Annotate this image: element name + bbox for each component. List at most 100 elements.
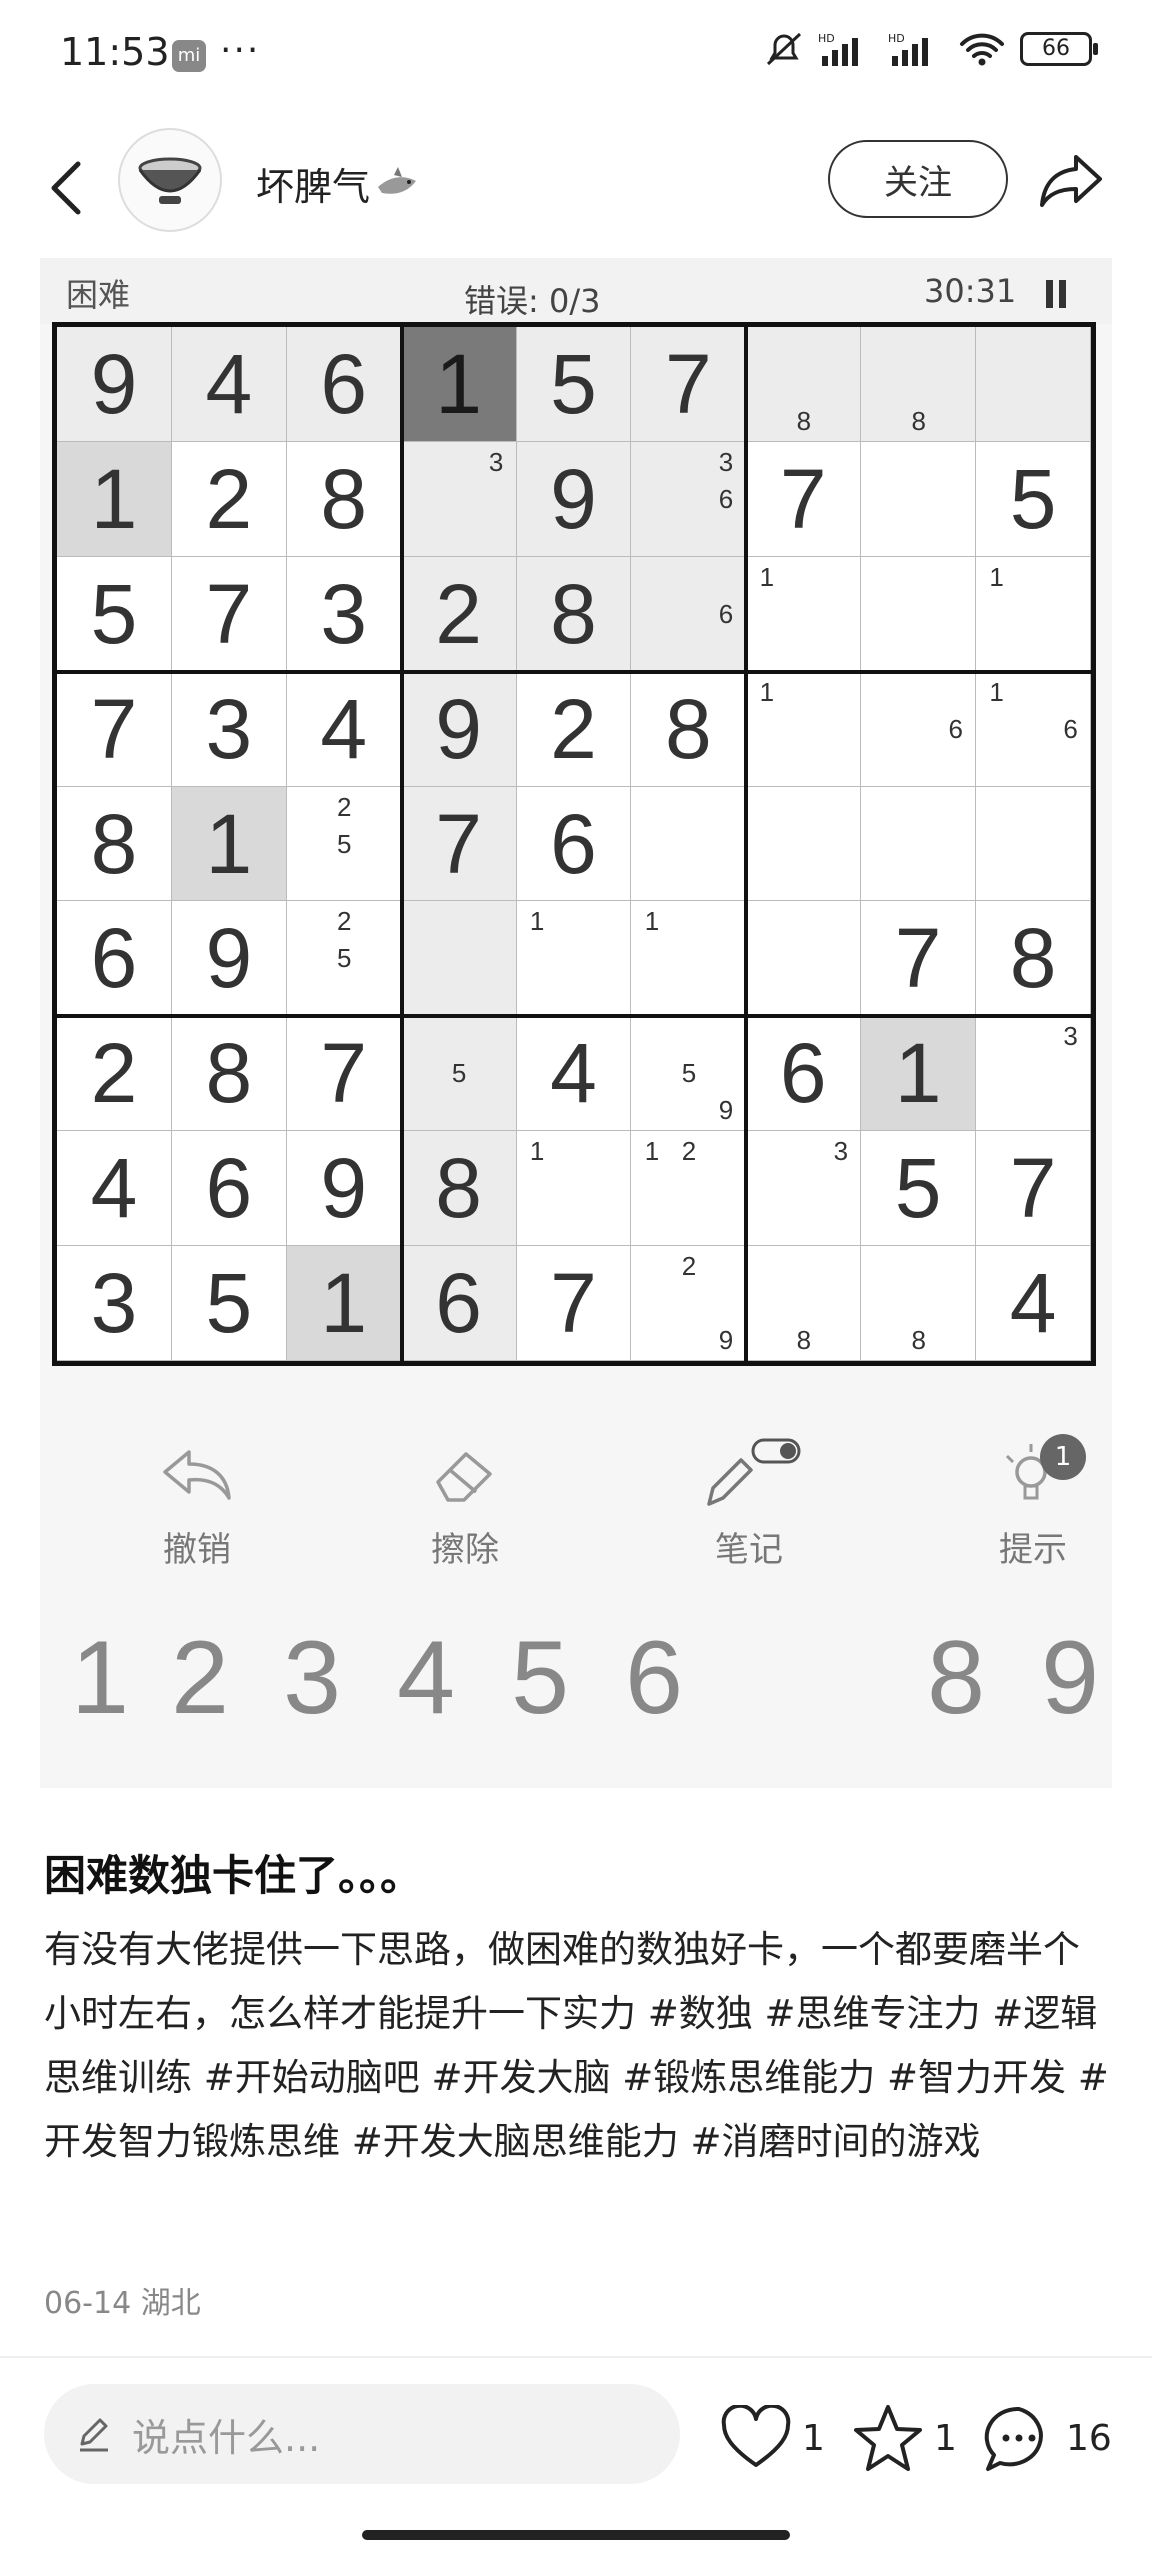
sudoku-cell[interactable]: 4 — [57, 1131, 172, 1247]
share-button[interactable] — [1034, 146, 1108, 216]
sudoku-cell[interactable]: 1 — [746, 671, 862, 787]
sudoku-cell[interactable]: 6 — [631, 556, 747, 672]
avatar[interactable] — [118, 128, 222, 232]
sudoku-cell[interactable]: 3 — [286, 556, 402, 672]
sudoku-cell[interactable]: 3 — [746, 1131, 862, 1247]
sudoku-cell[interactable]: 5 — [171, 1246, 287, 1361]
sudoku-cell[interactable]: 9 — [57, 327, 172, 442]
sudoku-cell[interactable]: 36 — [631, 441, 747, 557]
notes-tool[interactable]: 笔记 — [674, 1434, 824, 1584]
sudoku-cell[interactable]: 5 — [861, 1131, 977, 1247]
sudoku-cell[interactable]: 8 — [516, 556, 632, 672]
sudoku-cell[interactable]: 6 — [746, 1016, 862, 1132]
sudoku-cell[interactable] — [746, 786, 862, 902]
sudoku-cell[interactable]: 4 — [516, 1016, 632, 1132]
sudoku-cell[interactable]: 1 — [171, 786, 287, 902]
home-indicator[interactable] — [362, 2530, 790, 2540]
sudoku-cell[interactable]: 8 — [171, 1016, 287, 1132]
sudoku-cell[interactable] — [631, 786, 747, 902]
sudoku-cell[interactable]: 7 — [976, 1131, 1091, 1247]
sudoku-cell[interactable]: 2 — [516, 671, 632, 787]
sudoku-cell[interactable] — [976, 327, 1091, 442]
sudoku-cell[interactable]: 29 — [631, 1246, 747, 1361]
sudoku-cell[interactable]: 3 — [976, 1016, 1091, 1132]
number-button[interactable]: 3 — [262, 1618, 362, 1738]
number-button[interactable]: 1 — [50, 1618, 150, 1738]
sudoku-cell[interactable]: 4 — [976, 1246, 1091, 1361]
sudoku-cell[interactable]: 1 — [516, 1131, 632, 1247]
sudoku-cell[interactable]: 7 — [631, 327, 747, 442]
sudoku-cell[interactable]: 25 — [286, 786, 402, 902]
sudoku-cell[interactable] — [861, 556, 977, 672]
number-button[interactable]: 8 — [906, 1618, 1006, 1738]
sudoku-cell[interactable]: 1 — [401, 327, 517, 442]
sudoku-cell[interactable]: 5 — [516, 327, 632, 442]
sudoku-cell[interactable]: 7 — [401, 786, 517, 902]
sudoku-cell[interactable]: 25 — [286, 901, 402, 1017]
sudoku-cell[interactable]: 6 — [286, 327, 402, 442]
username[interactable]: 坏脾气 — [256, 156, 420, 211]
sudoku-cell[interactable]: 5 — [976, 441, 1091, 557]
sudoku-cell[interactable]: 6 — [861, 671, 977, 787]
sudoku-cell[interactable]: 7 — [516, 1246, 632, 1361]
sudoku-cell[interactable]: 9 — [401, 671, 517, 787]
sudoku-cell[interactable]: 16 — [976, 671, 1091, 787]
sudoku-cell[interactable]: 9 — [171, 901, 287, 1017]
sudoku-cell[interactable]: 12 — [631, 1131, 747, 1247]
sudoku-cell[interactable]: 8 — [861, 327, 977, 442]
sudoku-cell[interactable]: 6 — [516, 786, 632, 902]
follow-button[interactable]: 关注 — [828, 140, 1008, 218]
sudoku-cell[interactable]: 1 — [516, 901, 632, 1017]
sudoku-cell[interactable]: 6 — [401, 1246, 517, 1361]
sudoku-cell[interactable]: 1 — [861, 1016, 977, 1132]
erase-tool[interactable]: 擦除 — [390, 1434, 540, 1584]
sudoku-cell[interactable]: 6 — [57, 901, 172, 1017]
sudoku-cell[interactable] — [861, 786, 977, 902]
sudoku-cell[interactable]: 2 — [57, 1016, 172, 1132]
sudoku-cell[interactable]: 8 — [286, 441, 402, 557]
number-button[interactable]: 5 — [490, 1618, 590, 1738]
hint-tool[interactable]: 1 提示 — [958, 1434, 1108, 1584]
sudoku-cell[interactable]: 3 — [57, 1246, 172, 1361]
sudoku-cell[interactable]: 9 — [286, 1131, 402, 1247]
sudoku-cell[interactable]: 8 — [57, 786, 172, 902]
sudoku-cell[interactable]: 8 — [861, 1246, 977, 1361]
sudoku-cell[interactable] — [976, 786, 1091, 902]
sudoku-cell[interactable]: 7 — [861, 901, 977, 1017]
sudoku-cell[interactable]: 4 — [171, 327, 287, 442]
sudoku-cell[interactable]: 59 — [631, 1016, 747, 1132]
sudoku-cell[interactable] — [861, 441, 977, 557]
sudoku-cell[interactable]: 1 — [57, 441, 172, 557]
sudoku-cell[interactable]: 9 — [516, 441, 632, 557]
sudoku-cell[interactable]: 7 — [746, 441, 862, 557]
sudoku-cell[interactable]: 1 — [746, 556, 862, 672]
sudoku-cell[interactable]: 8 — [746, 1246, 862, 1361]
sudoku-cell[interactable]: 8 — [631, 671, 747, 787]
sudoku-cell[interactable]: 7 — [286, 1016, 402, 1132]
sudoku-cell[interactable]: 6 — [171, 1131, 287, 1247]
sudoku-cell[interactable] — [746, 901, 862, 1017]
sudoku-cell[interactable]: 8 — [746, 327, 862, 442]
favorite-button[interactable]: 1 — [852, 2398, 957, 2478]
sudoku-cell[interactable]: 5 — [57, 556, 172, 672]
sudoku-cell[interactable]: 8 — [401, 1131, 517, 1247]
sudoku-cell[interactable]: 2 — [401, 556, 517, 672]
sudoku-cell[interactable]: 3 — [401, 441, 517, 557]
back-button[interactable] — [36, 148, 96, 228]
sudoku-screenshot[interactable]: 困难 错误: 0/3 30:31 94615788128393675573286… — [40, 258, 1112, 1788]
number-button[interactable]: 2 — [150, 1618, 250, 1738]
undo-tool[interactable]: 撤销 — [122, 1434, 272, 1584]
number-button[interactable]: 4 — [376, 1618, 476, 1738]
sudoku-cell[interactable]: 7 — [171, 556, 287, 672]
sudoku-cell[interactable]: 1 — [976, 556, 1091, 672]
sudoku-cell[interactable]: 1 — [631, 901, 747, 1017]
sudoku-cell[interactable]: 7 — [57, 671, 172, 787]
sudoku-cell[interactable]: 3 — [171, 671, 287, 787]
number-button[interactable]: 6 — [604, 1618, 704, 1738]
sudoku-cell[interactable] — [401, 901, 517, 1017]
sudoku-cell[interactable]: 8 — [976, 901, 1091, 1017]
sudoku-cell[interactable]: 4 — [286, 671, 402, 787]
sudoku-cell[interactable]: 1 — [286, 1246, 402, 1361]
sudoku-cell[interactable]: 5 — [401, 1016, 517, 1132]
number-button[interactable]: 9 — [1020, 1618, 1120, 1738]
